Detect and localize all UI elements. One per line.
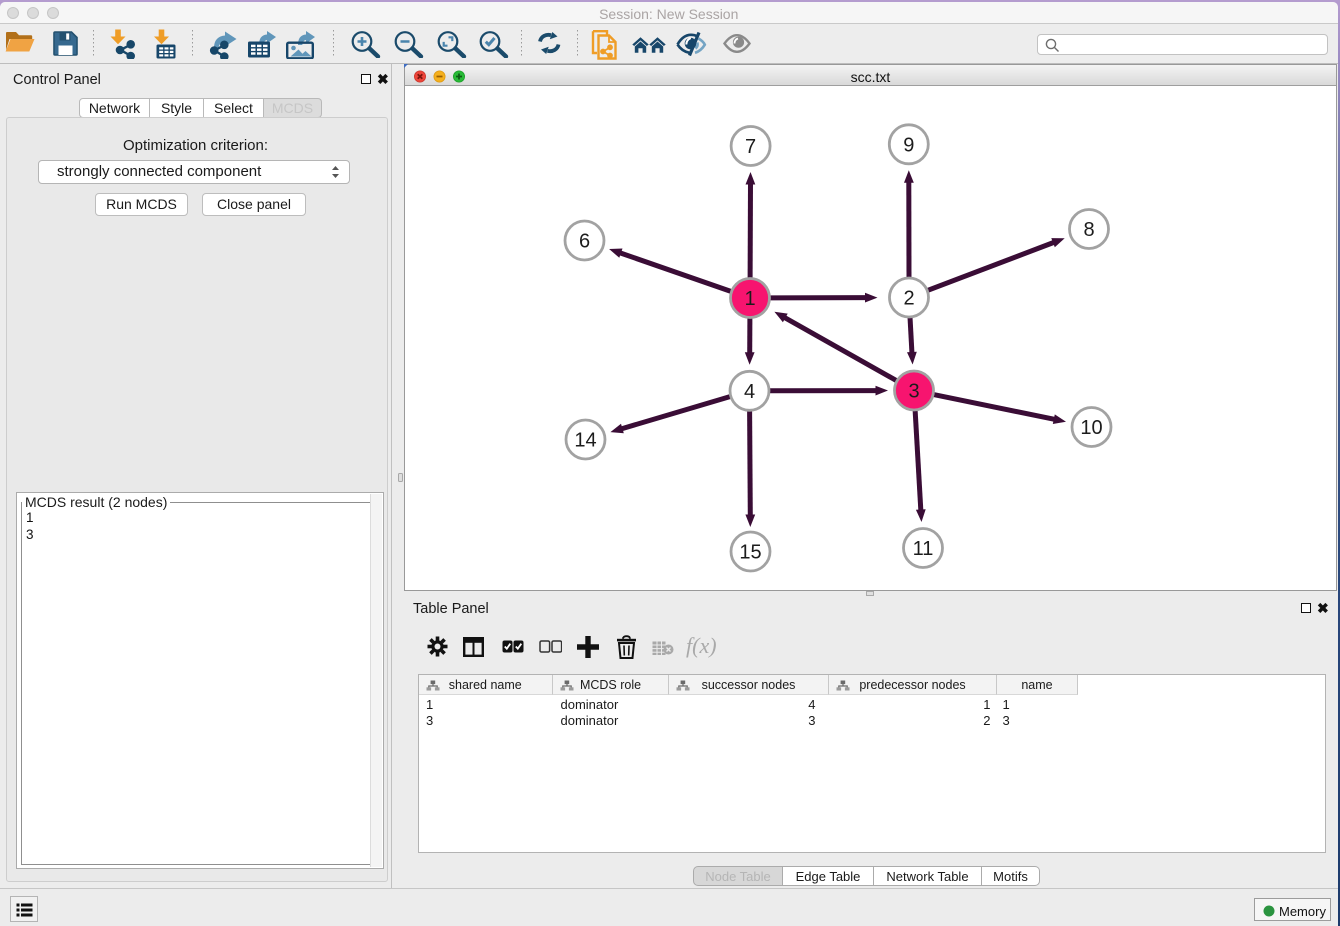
svg-text:6: 6 <box>579 231 590 253</box>
svg-text:1: 1 <box>744 288 755 310</box>
svg-text:2: 2 <box>903 288 914 310</box>
svg-text:7: 7 <box>745 136 756 158</box>
svg-text:4: 4 <box>744 381 755 403</box>
svg-text:9: 9 <box>903 134 914 156</box>
svg-text:3: 3 <box>908 381 919 403</box>
svg-text:8: 8 <box>1083 219 1094 241</box>
svg-text:10: 10 <box>1080 417 1102 439</box>
svg-text:15: 15 <box>739 542 761 564</box>
svg-text:11: 11 <box>913 538 934 560</box>
svg-text:14: 14 <box>574 430 596 452</box>
